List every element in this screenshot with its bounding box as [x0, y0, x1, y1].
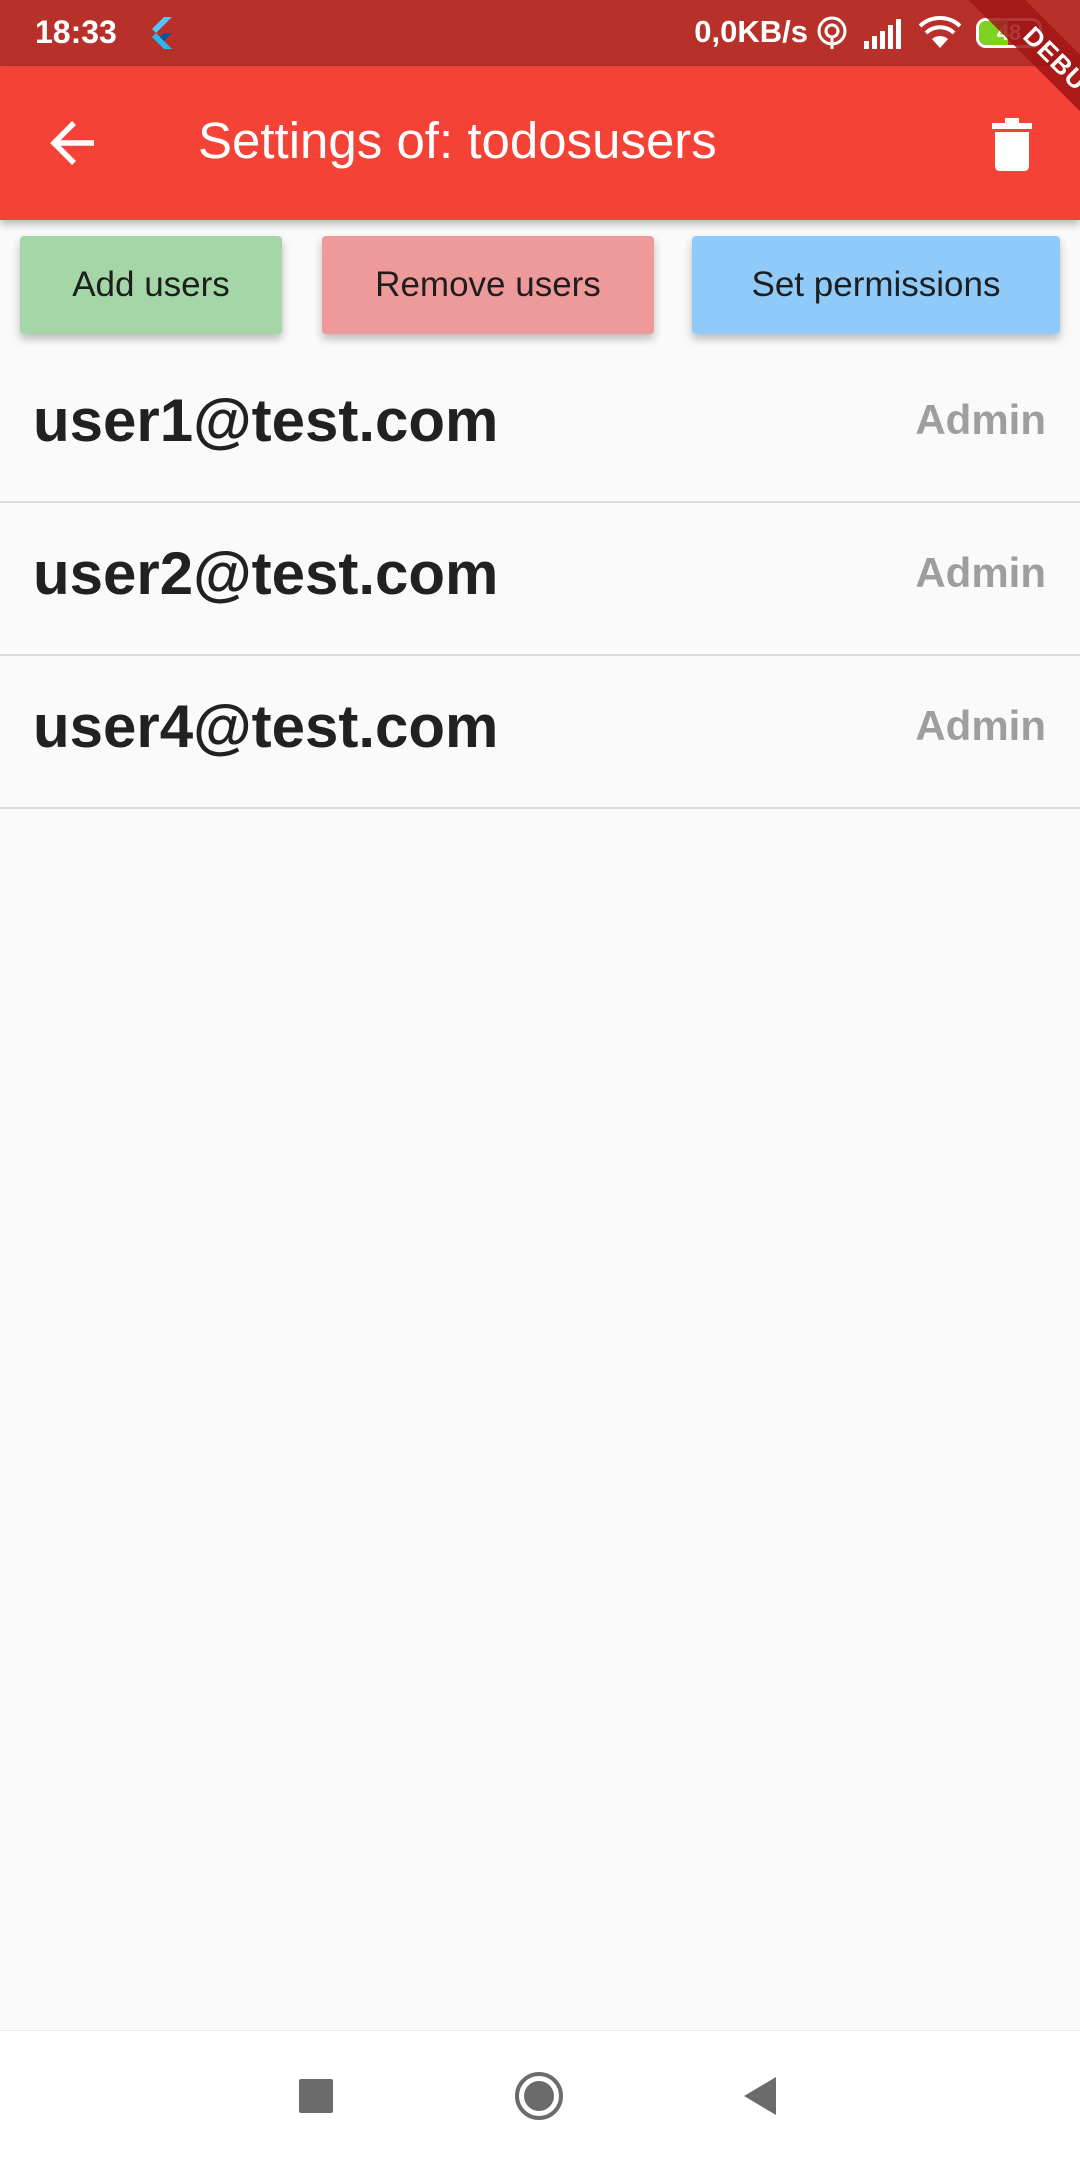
- battery-level: 48: [996, 20, 1022, 45]
- back-icon[interactable]: [740, 2075, 780, 2117]
- user-list-item[interactable]: user2@test.com Admin: [0, 503, 1080, 656]
- status-bar: 18:33 0,0KB/s 48: [0, 0, 1080, 66]
- add-users-button[interactable]: Add users: [20, 236, 282, 334]
- user-role: Admin: [915, 549, 1046, 596]
- system-nav-bar: [0, 2030, 1080, 2161]
- user-list-item[interactable]: user1@test.com Admin: [0, 350, 1080, 503]
- action-button-row: Add users Remove users Set permissions: [0, 220, 1080, 348]
- home-icon[interactable]: [512, 2069, 566, 2123]
- user-role: Admin: [915, 702, 1046, 749]
- user-list: user1@test.com Admin user2@test.com Admi…: [0, 350, 1080, 809]
- user-email: user2@test.com: [33, 540, 499, 607]
- back-arrow-icon: [50, 121, 94, 165]
- remove-users-button[interactable]: Remove users: [322, 236, 654, 334]
- signal-icon: [864, 19, 901, 49]
- status-time: 18:33: [35, 14, 117, 50]
- hotspot-icon: [817, 16, 847, 49]
- recent-apps-icon[interactable]: [299, 2079, 333, 2113]
- user-role: Admin: [915, 396, 1046, 443]
- delete-button[interactable]: [974, 108, 1054, 180]
- trash-icon: [992, 118, 1032, 171]
- user-email: user4@test.com: [33, 693, 499, 760]
- app-bar: Settings of: todosusers: [0, 66, 1080, 220]
- wifi-icon: [918, 16, 962, 48]
- user-list-item[interactable]: user4@test.com Admin: [0, 656, 1080, 809]
- user-email: user1@test.com: [33, 387, 499, 454]
- back-button[interactable]: [34, 110, 122, 176]
- page-title: Settings of: todosusers: [198, 112, 717, 169]
- battery-icon: 48: [976, 18, 1042, 48]
- net-speed: 0,0KB/s: [694, 14, 808, 49]
- flutter-icon: [152, 17, 172, 49]
- set-permissions-button[interactable]: Set permissions: [692, 236, 1060, 334]
